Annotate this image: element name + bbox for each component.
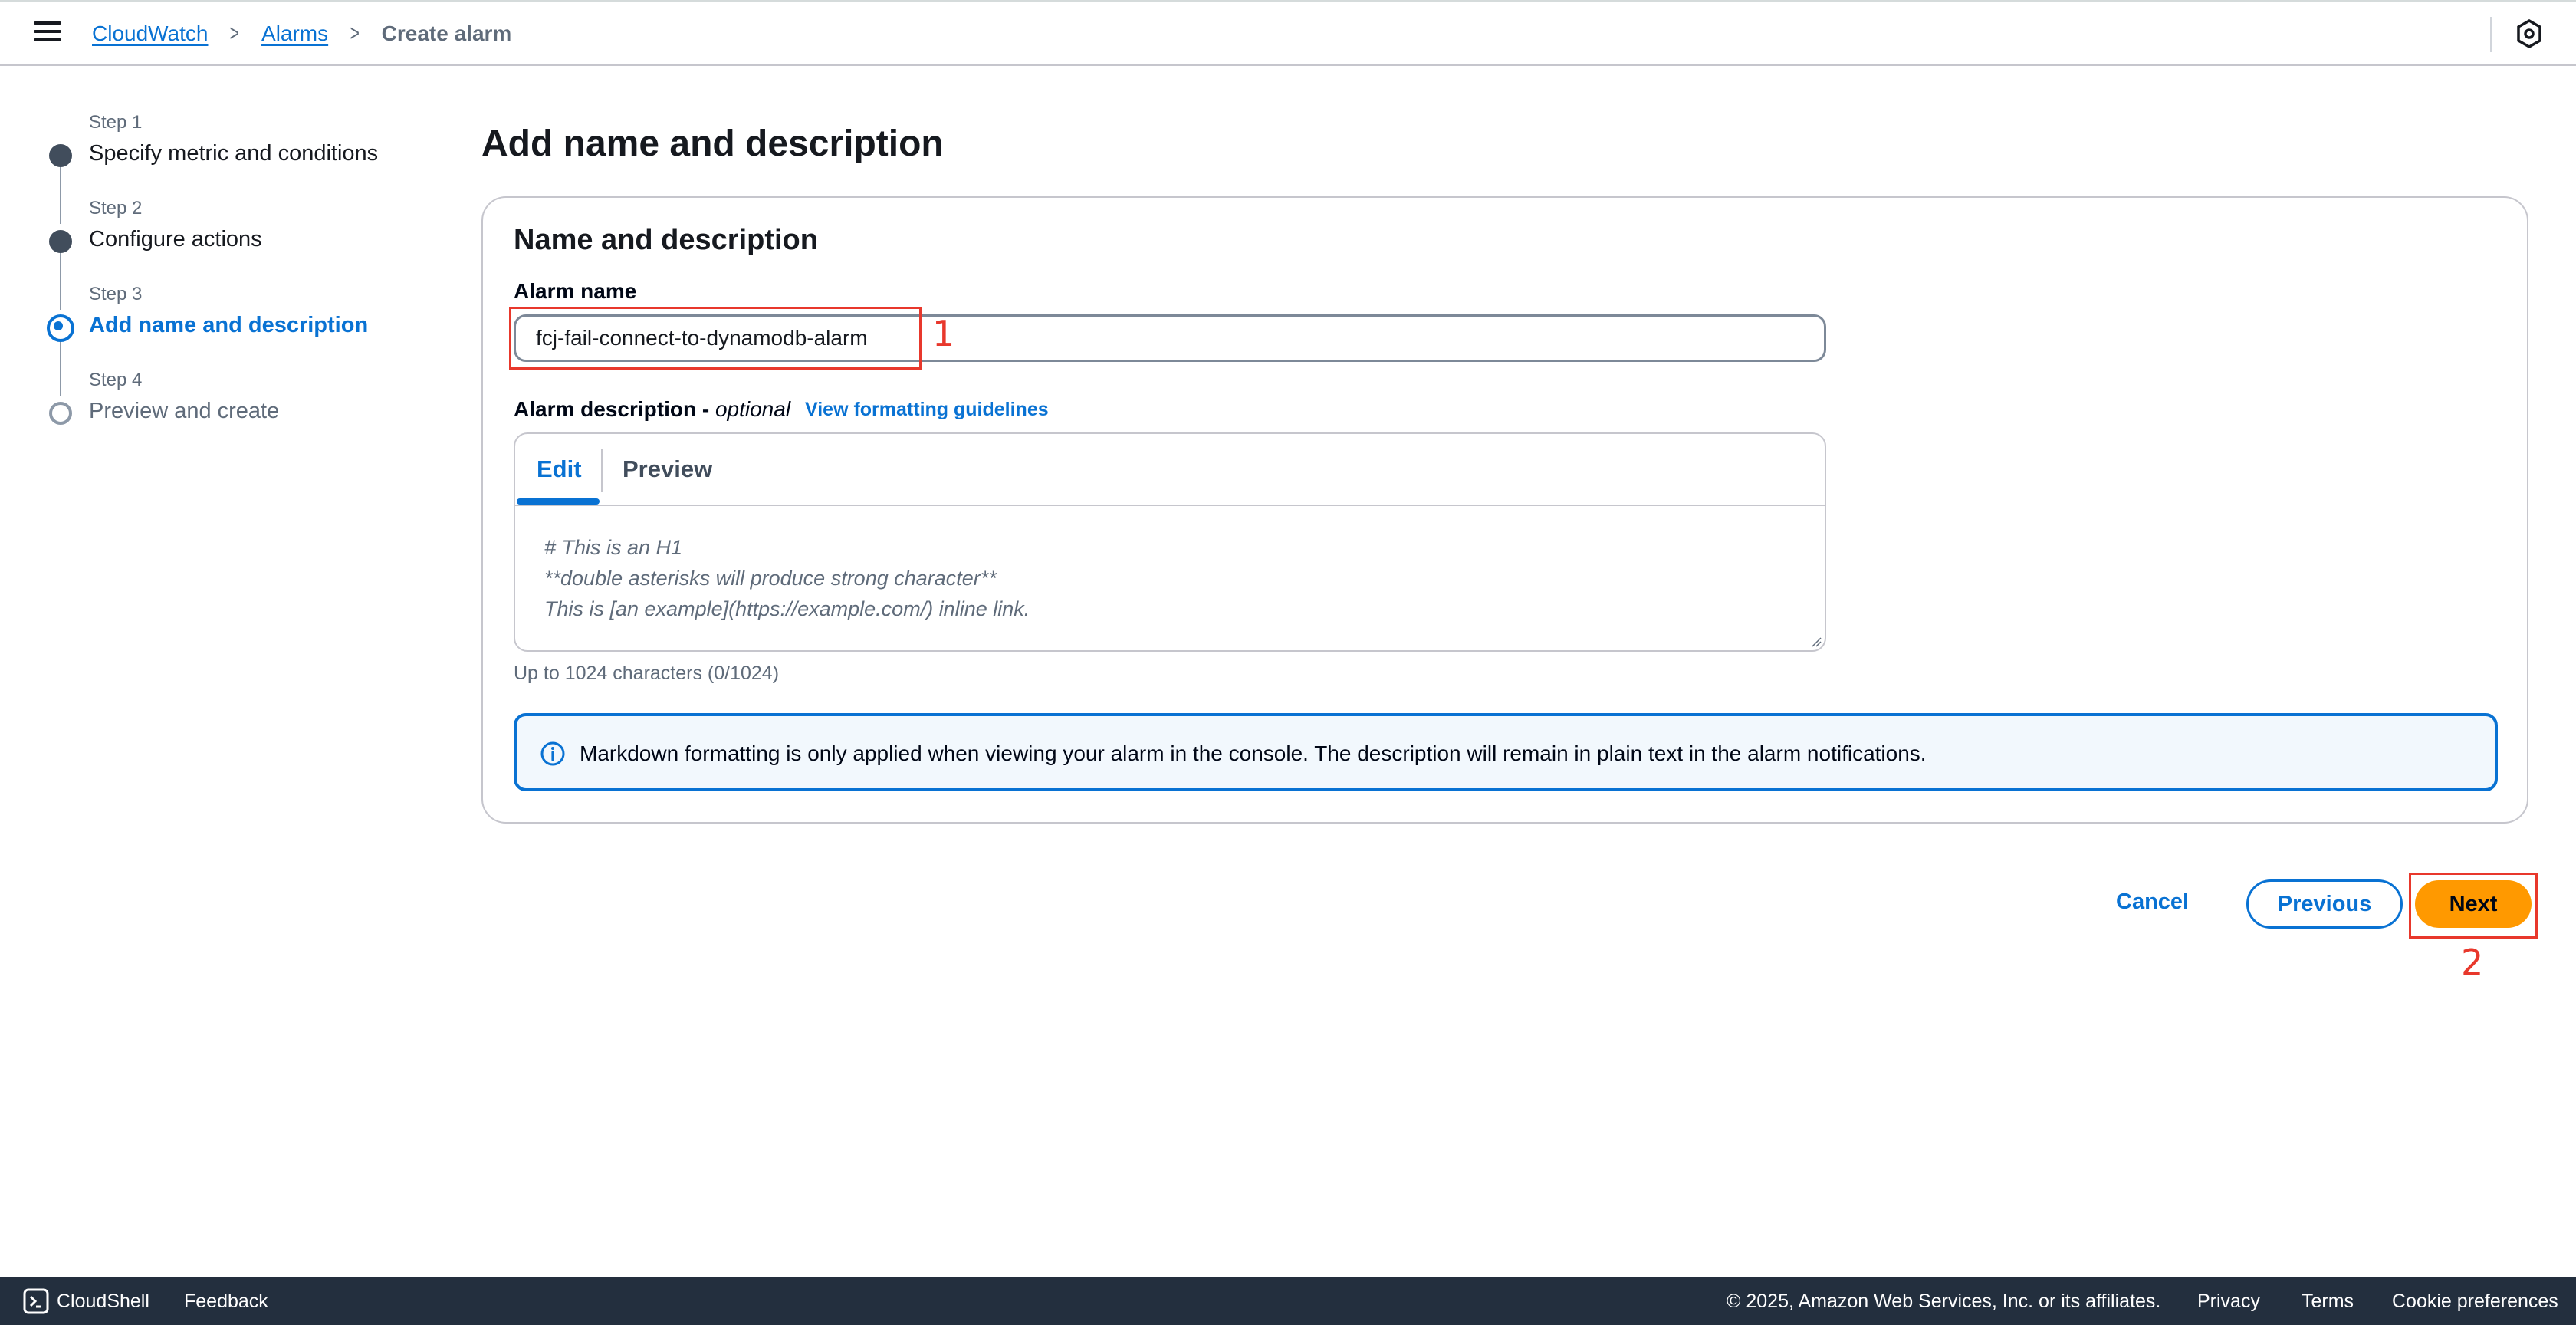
page-title: Add name and description bbox=[481, 123, 944, 164]
breadcrumb-alarms[interactable]: Alarms bbox=[261, 21, 328, 46]
tab-divider bbox=[601, 449, 603, 492]
step-number-label: Step 3 bbox=[89, 284, 143, 304]
character-count: Up to 1024 characters (0/1024) bbox=[514, 662, 780, 684]
step-number-label: Step 1 bbox=[89, 112, 143, 133]
alarm-name-label: Alarm name bbox=[514, 279, 637, 303]
step-title: Add name and description bbox=[89, 313, 369, 337]
breadcrumb: CloudWatch > Alarms > Create alarm bbox=[92, 20, 511, 48]
cloudshell-button[interactable]: CloudShell bbox=[57, 1290, 150, 1313]
step-number-label: Step 4 bbox=[89, 370, 143, 390]
breadcrumb-create-alarm: Create alarm bbox=[381, 21, 512, 45]
breadcrumb-cloudwatch[interactable]: CloudWatch bbox=[92, 21, 208, 46]
footer: CloudShell Feedback © 2025, Amazon Web S… bbox=[0, 1277, 2576, 1325]
step-number-label: Step 2 bbox=[89, 198, 143, 219]
annotation-box-2 bbox=[2409, 873, 2538, 939]
cancel-button[interactable]: Cancel bbox=[2116, 889, 2189, 915]
description-label-text: Alarm description - bbox=[514, 397, 710, 421]
top-navigation-bar: CloudWatch > Alarms > Create alarm bbox=[0, 0, 2576, 66]
step-complete-icon bbox=[49, 230, 72, 253]
menu-icon[interactable] bbox=[34, 21, 61, 44]
name-description-container: Name and description Alarm name fcj-fail… bbox=[481, 196, 2528, 824]
copyright-text: © 2025, Amazon Web Services, Inc. or its… bbox=[1727, 1290, 2161, 1312]
active-tab-indicator bbox=[517, 498, 600, 505]
description-textarea[interactable]: # This is an H1 **double asterisks will … bbox=[544, 532, 1030, 624]
topbar-divider bbox=[2490, 17, 2492, 52]
terms-link[interactable]: Terms bbox=[2302, 1290, 2354, 1313]
info-alert-text: Markdown formatting is only applied when… bbox=[580, 741, 1927, 765]
formatting-guidelines-link[interactable]: View formatting guidelines bbox=[805, 399, 1049, 421]
step-upcoming-icon bbox=[49, 402, 72, 425]
description-editor: Edit Preview # This is an H1 **double as… bbox=[514, 432, 1826, 652]
cloudshell-icon[interactable] bbox=[23, 1288, 49, 1314]
info-alert: Markdown formatting is only applied when… bbox=[514, 713, 2498, 791]
step-title[interactable]: Configure actions bbox=[89, 227, 262, 252]
step-title: Preview and create bbox=[89, 399, 280, 423]
section-title: Name and description bbox=[514, 224, 818, 256]
editor-tabs: Edit Preview bbox=[515, 434, 1825, 506]
tab-preview[interactable]: Preview bbox=[623, 455, 712, 483]
chevron-right-icon: > bbox=[230, 21, 240, 46]
optional-label: optional bbox=[715, 397, 791, 421]
info-icon bbox=[540, 741, 565, 766]
alarm-description-label: Alarm description - optional bbox=[514, 397, 790, 422]
annotation-marker-2: 2 bbox=[2461, 942, 2484, 983]
tab-edit[interactable]: Edit bbox=[537, 455, 582, 483]
settings-icon[interactable] bbox=[2515, 18, 2544, 49]
chevron-right-icon: > bbox=[350, 21, 360, 46]
annotation-marker-1: 1 bbox=[932, 313, 955, 354]
annotation-box-1 bbox=[509, 307, 922, 370]
step-title[interactable]: Specify metric and conditions bbox=[89, 141, 378, 166]
previous-button[interactable]: Previous bbox=[2246, 879, 2403, 929]
step-active-icon bbox=[47, 314, 74, 342]
feedback-link[interactable]: Feedback bbox=[184, 1290, 268, 1313]
cookie-preferences-link[interactable]: Cookie preferences bbox=[2392, 1290, 2558, 1313]
privacy-link[interactable]: Privacy bbox=[2197, 1290, 2260, 1313]
resize-handle-icon[interactable] bbox=[1809, 635, 1822, 647]
step-complete-icon bbox=[49, 144, 72, 167]
